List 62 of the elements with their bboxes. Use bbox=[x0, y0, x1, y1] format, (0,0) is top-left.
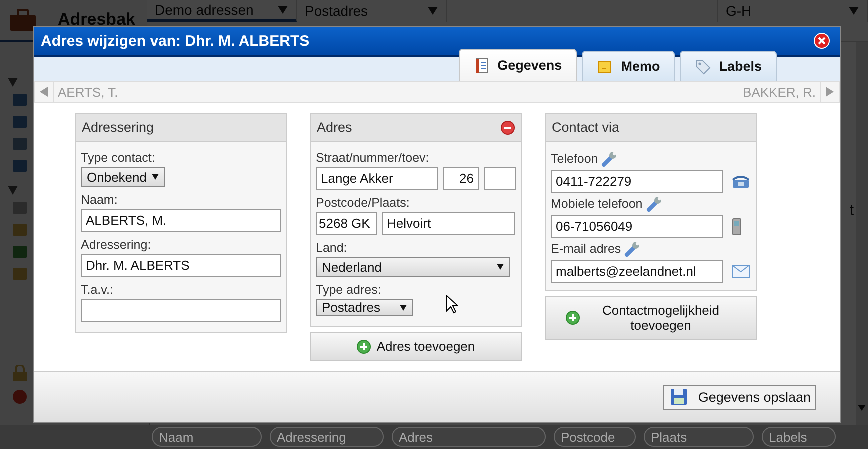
input-field[interactable]: 26 bbox=[443, 167, 479, 190]
remove-icon bbox=[501, 120, 515, 134]
input-field[interactable]: Dhr. M. ALBERTS bbox=[81, 254, 281, 277]
field-label: Type contact: bbox=[81, 150, 156, 167]
dialog-title: Adres wijzigen van: Dhr. M. ALBERTS bbox=[41, 32, 310, 50]
dropdown[interactable]: Onbekend bbox=[81, 167, 165, 187]
search-field[interactable]: Postcode bbox=[554, 427, 636, 447]
panel-title: Adres bbox=[317, 120, 352, 135]
wrench-icon[interactable] bbox=[646, 196, 662, 212]
field-label: Straat/nummer/toev: bbox=[316, 150, 430, 167]
field-label: Telefoon bbox=[551, 152, 598, 166]
field-label: Type adres: bbox=[316, 282, 382, 299]
field-label: Land: bbox=[316, 240, 348, 257]
plus-icon bbox=[566, 311, 580, 325]
input-field[interactable] bbox=[484, 167, 516, 190]
field-label: Postcode/Plaats: bbox=[316, 195, 411, 212]
search-field[interactable]: Adressering bbox=[270, 427, 384, 447]
save-button[interactable]: Gegevens opslaan bbox=[663, 384, 816, 410]
note-icon bbox=[597, 58, 614, 74]
tab[interactable]: Gegevens bbox=[458, 49, 578, 81]
panel-title: Contact via bbox=[552, 120, 620, 135]
input-field[interactable]: Helvoirt bbox=[382, 212, 515, 235]
search-field[interactable]: Labels bbox=[762, 427, 836, 447]
field-label: E-mail adres bbox=[551, 242, 622, 256]
wrench-icon[interactable] bbox=[601, 151, 618, 167]
input-field[interactable]: malberts@zeelandnet.nl bbox=[551, 260, 723, 283]
caret-icon bbox=[400, 304, 407, 310]
previous-icon bbox=[40, 87, 48, 97]
dropdown[interactable]: Postadres bbox=[316, 299, 413, 316]
caret-icon bbox=[152, 174, 159, 180]
next-icon bbox=[826, 87, 834, 97]
mobile-phone-icon bbox=[732, 218, 742, 236]
input-field[interactable]: 06-71056049 bbox=[551, 215, 723, 238]
field-label: Naam: bbox=[81, 192, 119, 209]
phone-icon bbox=[732, 174, 750, 188]
field-label: Mobiele telefoon bbox=[551, 197, 643, 211]
wrench-icon[interactable] bbox=[624, 241, 640, 257]
tag-icon bbox=[695, 58, 712, 74]
tab[interactable]: Labels bbox=[680, 51, 777, 81]
app-title: Adresbak bbox=[58, 10, 136, 30]
input-field[interactable] bbox=[81, 299, 281, 322]
search-field[interactable]: Plaats bbox=[644, 427, 754, 447]
field-label: Adressering: bbox=[81, 237, 152, 254]
plus-icon bbox=[356, 340, 371, 354]
list-text: t bbox=[850, 202, 854, 220]
add-address-button[interactable]: Adres toevoegen bbox=[310, 332, 522, 361]
input-field[interactable]: ALBERTS, M. bbox=[81, 209, 281, 232]
tab[interactable]: Memo bbox=[582, 51, 676, 81]
field-label: T.a.v.: bbox=[81, 282, 114, 299]
notebook-icon bbox=[474, 58, 490, 74]
envelope-icon bbox=[732, 265, 750, 278]
panel-title: Adressering bbox=[82, 120, 154, 135]
close-icon[interactable] bbox=[814, 33, 830, 49]
input-field[interactable]: 0411-722279 bbox=[551, 170, 723, 193]
input-field[interactable]: Lange Akker bbox=[316, 167, 438, 190]
search-field[interactable]: Naam bbox=[152, 427, 262, 447]
input-field[interactable]: 5268 GK bbox=[316, 212, 377, 235]
search-field[interactable]: Adres bbox=[392, 427, 546, 447]
dropdown[interactable]: Nederland bbox=[316, 257, 510, 277]
add-contact-button[interactable]: Contactmogelijkheid toevoegen bbox=[545, 296, 757, 340]
caret-icon bbox=[497, 264, 504, 270]
mouse-cursor-icon bbox=[446, 295, 458, 314]
